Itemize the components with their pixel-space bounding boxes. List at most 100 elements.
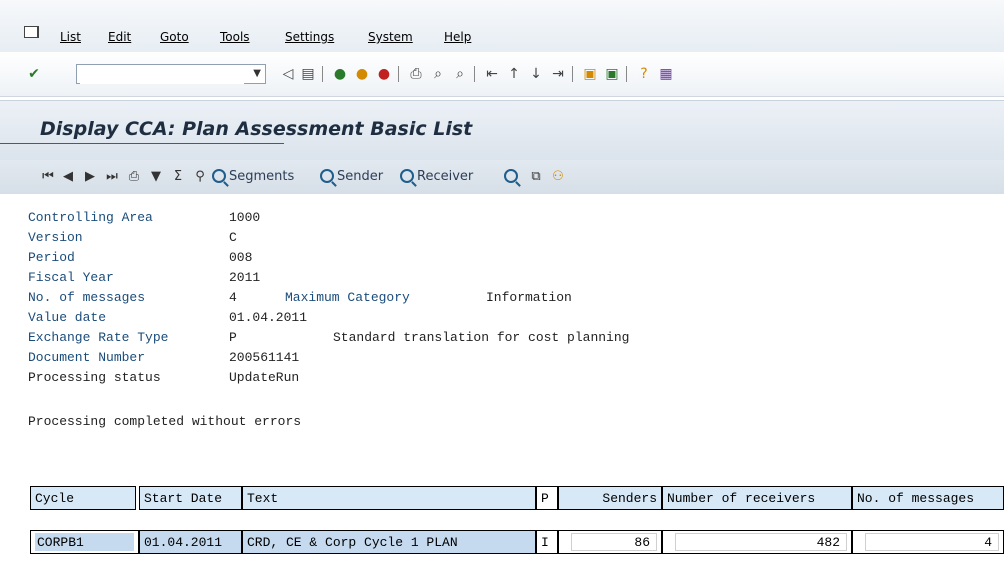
- controlling-area-label: Controlling Area: [28, 210, 153, 225]
- last-page-icon[interactable]: ⇥: [550, 66, 566, 82]
- col-senders[interactable]: Senders: [558, 486, 662, 510]
- copy-icon[interactable]: ⧉: [528, 168, 544, 184]
- command-input[interactable]: [80, 66, 244, 84]
- chevron-down-icon[interactable]: ▼: [253, 68, 261, 79]
- first-page-icon[interactable]: ⏮: [40, 168, 56, 184]
- document-number-value: 200561141: [229, 350, 300, 365]
- fiscal-year-value: 2011: [229, 270, 261, 285]
- find-icon[interactable]: ⌕: [430, 66, 446, 82]
- filter-icon[interactable]: ⚲: [192, 168, 208, 184]
- help-icon[interactable]: ?: [636, 66, 652, 82]
- sender-label: Sender: [337, 168, 384, 184]
- menu-goto[interactable]: Goto: [160, 30, 189, 44]
- receiver-label: Receiver: [417, 168, 474, 184]
- separator: [626, 66, 627, 82]
- col-p[interactable]: P: [536, 486, 558, 510]
- max-category-label: Maximum Category: [285, 290, 410, 305]
- period-value: 008: [229, 250, 253, 265]
- menu-bar: List Edit Goto Tools Settings System Hel…: [0, 0, 1004, 53]
- command-field[interactable]: ▼: [76, 64, 266, 84]
- receiver-button[interactable]: Receiver: [400, 167, 473, 185]
- find-next-icon[interactable]: ⌕: [452, 66, 468, 82]
- menu-help[interactable]: Help: [444, 30, 471, 44]
- messages-label: No. of messages: [28, 290, 146, 305]
- value-date-value: 01.04.2011: [229, 310, 308, 325]
- cell-text[interactable]: CRD, CE & Corp Cycle 1 PLAN: [242, 530, 536, 554]
- separator: [322, 66, 323, 82]
- segments-label: Segments: [229, 168, 295, 184]
- cancel-icon[interactable]: ●: [376, 66, 392, 82]
- col-start-date[interactable]: Start Date: [139, 486, 242, 510]
- sum-icon[interactable]: Σ: [170, 168, 186, 184]
- processing-status-label: Processing status: [28, 370, 161, 385]
- next-page-icon[interactable]: ▶: [82, 168, 98, 184]
- separator: [398, 66, 399, 82]
- title-underline: [0, 143, 284, 144]
- first-page-icon[interactable]: ⇤: [484, 66, 500, 82]
- filter-layout-icon[interactable]: ▼: [148, 168, 164, 184]
- system-menu-icon[interactable]: [24, 26, 39, 38]
- basic-list: Controlling Area 1000 Version C Period 0…: [0, 194, 1004, 571]
- col-receivers[interactable]: Number of receivers: [662, 486, 852, 510]
- col-messages[interactable]: No. of messages: [852, 486, 1004, 510]
- receiver-icon: [400, 169, 414, 183]
- separator: [572, 66, 573, 82]
- cell-senders[interactable]: 86: [571, 533, 657, 551]
- page-title: Display CCA: Plan Assessment Basic List: [40, 118, 473, 140]
- result-message: Processing completed without errors: [28, 414, 302, 429]
- exchange-rate-label: Exchange Rate Type: [28, 330, 169, 345]
- menu-edit[interactable]: Edit: [108, 30, 131, 44]
- segments-button[interactable]: Segments: [212, 167, 294, 185]
- version-value: C: [229, 230, 237, 245]
- cell-start-date[interactable]: 01.04.2011: [139, 530, 242, 554]
- menu-settings[interactable]: Settings: [285, 30, 334, 44]
- print-icon[interactable]: ⎙: [126, 168, 142, 184]
- standard-toolbar: ✔ ▼ ◁ ▤ ● ● ● ⎙ ⌕ ⌕ ⇤ ↑ ↓ ⇥ ▣ ▣ ? ▦: [0, 52, 1004, 97]
- exit-icon[interactable]: ●: [354, 66, 370, 82]
- controlling-area-value: 1000: [229, 210, 261, 225]
- period-label: Period: [28, 250, 75, 265]
- next-page-icon[interactable]: ↓: [528, 66, 544, 82]
- application-toolbar: ⏮ ◀ ▶ ⏭ ⎙ ▼ Σ ⚲ Segments Sender Receiver…: [0, 160, 1004, 195]
- last-page-icon[interactable]: ⏭: [104, 168, 120, 184]
- user-icon[interactable]: ⚇: [550, 168, 566, 184]
- cell-messages[interactable]: 4: [865, 533, 999, 551]
- exchange-rate-text: Standard translation for cost planning: [333, 330, 630, 345]
- menu-tools[interactable]: Tools: [220, 30, 250, 44]
- cell-p[interactable]: I: [536, 530, 558, 554]
- messages-value: 4: [229, 290, 237, 305]
- cell-messages-wrap: 4: [852, 530, 1004, 554]
- menu-list[interactable]: List: [60, 30, 81, 44]
- max-category-value: Information: [486, 290, 572, 305]
- version-label: Version: [28, 230, 83, 245]
- shortcut-icon[interactable]: ▣: [604, 66, 620, 82]
- segments-icon: [212, 169, 226, 183]
- fiscal-year-label: Fiscal Year: [28, 270, 114, 285]
- cell-senders-wrap: 86: [558, 530, 662, 554]
- enter-icon[interactable]: ✔: [26, 66, 42, 82]
- back-green-icon[interactable]: ●: [332, 66, 348, 82]
- separator: [474, 66, 475, 82]
- value-date-label: Value date: [28, 310, 107, 325]
- prev-page-icon[interactable]: ↑: [506, 66, 522, 82]
- menu-system[interactable]: System: [368, 30, 413, 44]
- cell-receivers[interactable]: 482: [675, 533, 847, 551]
- title-bar: Display CCA: Plan Assessment Basic List: [0, 100, 1004, 161]
- sender-icon: [320, 169, 334, 183]
- print-icon[interactable]: ⎙: [408, 66, 424, 82]
- back-icon[interactable]: ◁: [280, 66, 296, 82]
- processing-status-value: UpdateRun: [229, 370, 300, 385]
- cell-cycle[interactable]: CORPB1: [35, 533, 134, 551]
- prev-page-icon[interactable]: ◀: [60, 168, 76, 184]
- col-text[interactable]: Text: [242, 486, 536, 510]
- col-cycle[interactable]: Cycle: [30, 486, 136, 510]
- save-icon[interactable]: ▤: [300, 66, 316, 82]
- detail-icon: [504, 169, 518, 183]
- exchange-rate-value: P: [229, 330, 237, 345]
- cell-receivers-wrap: 482: [662, 530, 852, 554]
- new-session-icon[interactable]: ▣: [582, 66, 598, 82]
- detail-button[interactable]: [504, 167, 521, 185]
- sender-button[interactable]: Sender: [320, 167, 383, 185]
- table-row[interactable]: CORPB1: [30, 530, 139, 554]
- layout-icon[interactable]: ▦: [658, 66, 674, 82]
